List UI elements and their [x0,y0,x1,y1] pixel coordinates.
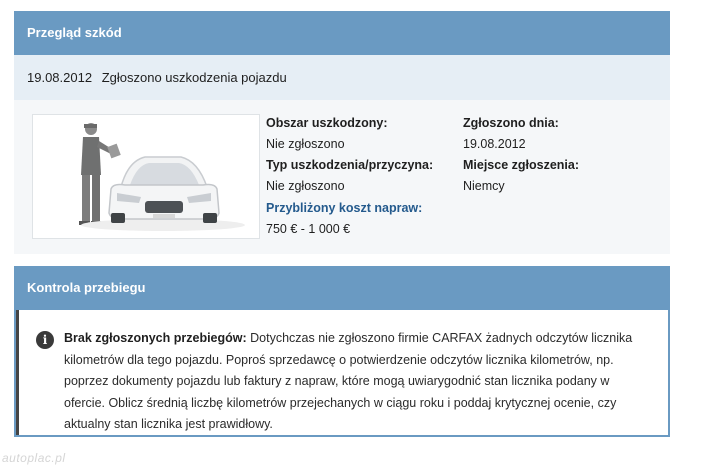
area-value: Nie zgłoszono [266,137,345,151]
type-label: Typ uszkodzenia/przyczyna: [266,158,434,172]
reported-value: 19.08.2012 [463,137,526,151]
damage-overview-header: Przegląd szkód [14,11,670,55]
reported-label: Zgłoszono dnia: [463,116,559,130]
damage-details: Obszar uszkodzony: Nie zgłoszono Typ usz… [14,100,670,254]
damage-event-date: 19.08.2012 [27,70,93,85]
area-label: Obszar uszkodzony: [266,116,388,130]
mileage-check-panel: Kontrola przebiegu i Brak zgłoszonych pr… [14,266,670,437]
type-value: Nie zgłoszono [266,179,345,193]
place-value: Niemcy [463,179,505,193]
mileage-message-bold: Brak zgłoszonych przebiegów: [64,331,247,345]
cost-label: Przybliżony koszt napraw: [266,201,423,215]
damage-event-text: Zgłoszono uszkodzenia pojazdu [101,70,287,85]
mileage-check-header: Kontrola przebiegu [14,266,670,310]
damage-overview-panel: Przegląd szkód 19.08.2012 Zgłoszono uszk… [14,11,670,254]
mileage-message-box: i Brak zgłoszonych przebiegów: Dotychcza… [14,310,670,437]
cost-value: 750 € - 1 000 € [266,222,351,236]
car-inspection-illustration [32,114,260,239]
watermark: autoplac.pl [2,451,66,465]
info-icon: i [36,331,54,349]
place-label: Miejsce zgłoszenia: [463,158,580,172]
car-figure [81,156,245,231]
damage-event-row: 19.08.2012 Zgłoszono uszkodzenia pojazdu [14,55,670,100]
mileage-message-text: Dotychczas nie zgłoszono firmie CARFAX ż… [64,331,633,431]
mileage-message: Brak zgłoszonych przebiegów: Dotychczas … [64,328,652,436]
message-accent-bar [16,310,19,435]
